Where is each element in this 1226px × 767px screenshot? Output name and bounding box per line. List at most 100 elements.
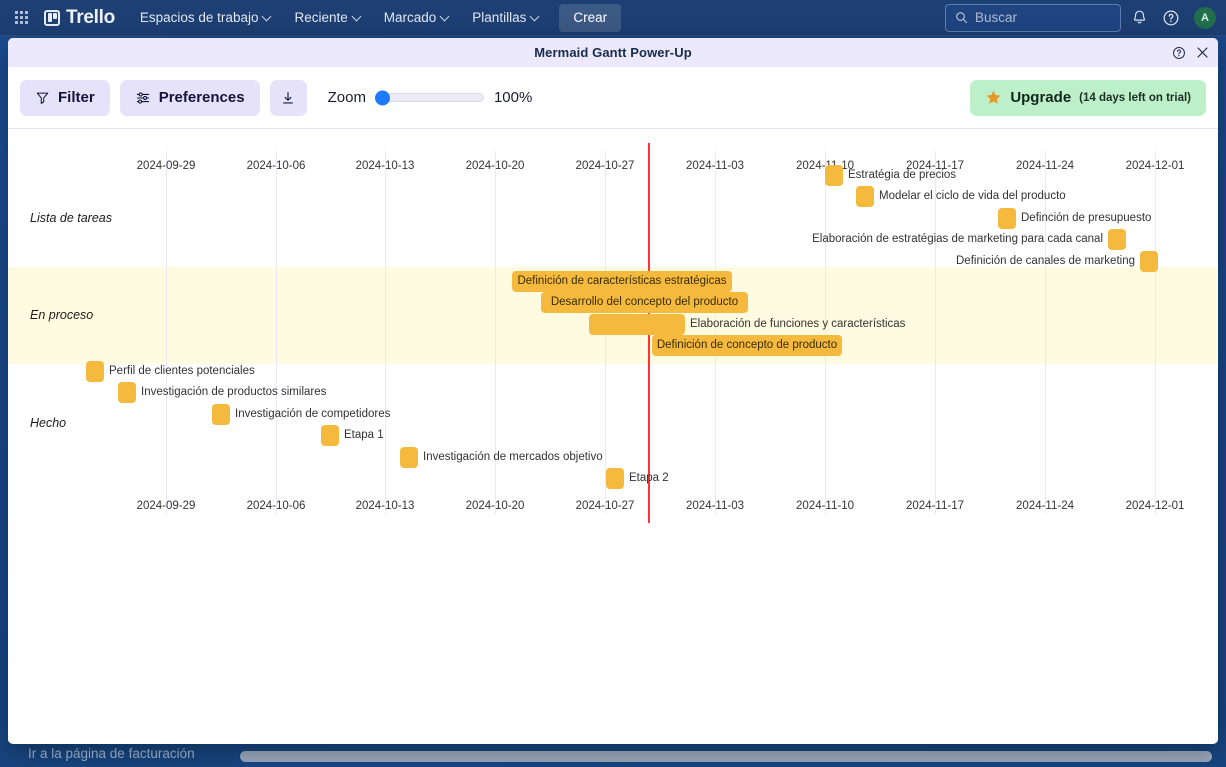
axis-tick-label: 2024-11-03 xyxy=(686,500,744,512)
bell-icon xyxy=(1133,10,1145,24)
notifications-button[interactable] xyxy=(1125,4,1153,32)
axis-tick-label: 2024-10-20 xyxy=(465,500,525,512)
axis-tick-label: 2024-10-27 xyxy=(575,160,635,172)
zoom-value-label: 100% xyxy=(493,89,533,106)
nav-right-group: Buscar A xyxy=(945,3,1226,32)
gantt-task-label: Etapa 1 xyxy=(344,429,384,442)
gantt-task-bar[interactable] xyxy=(1108,229,1126,251)
search-placeholder: Buscar xyxy=(975,10,1018,25)
avatar[interactable]: A xyxy=(1194,6,1216,29)
gantt-task-label: Investigación de competidores xyxy=(235,407,391,420)
axis-tick-label: 2024-11-24 xyxy=(1016,500,1074,512)
axis-tick-label: 2024-09-29 xyxy=(136,500,196,512)
apps-grid-icon[interactable] xyxy=(6,0,36,35)
gantt-task-label: Definición de canales de marketing xyxy=(956,254,1135,267)
axis-tick-label: 2024-10-13 xyxy=(355,500,415,512)
gantt-toolbar: Filter Preferences Zoom 100% Upgrade (14… xyxy=(8,67,1218,129)
modal-help-button[interactable] xyxy=(1172,46,1186,60)
zoom-label: Zoom xyxy=(327,89,366,106)
gantt-task-label: Etapa 2 xyxy=(629,472,669,484)
zoom-slider-thumb[interactable] xyxy=(374,90,390,105)
axis-tick-label: 2024-12-01 xyxy=(1125,500,1185,512)
gantt-task-label: Definción de presupuesto xyxy=(1021,211,1152,224)
powerup-modal: Mermaid Gantt Power-Up Filter Preference… xyxy=(8,38,1218,744)
gantt-task-bar[interactable] xyxy=(86,361,104,382)
axis-tick-label: 2024-11-17 xyxy=(906,500,964,512)
gantt-task-label: Definición de concepto de producto xyxy=(656,339,838,352)
gantt-task-label: Elaboración de funciones y característic… xyxy=(690,317,906,330)
gantt-task-bar[interactable] xyxy=(212,403,230,425)
axis-tick-label: 2024-11-03 xyxy=(686,160,744,172)
gantt-task-bar[interactable] xyxy=(589,313,685,335)
nav-item-templates[interactable]: Plantillas xyxy=(461,4,551,32)
filter-button[interactable]: Filter xyxy=(20,79,110,116)
gantt-task-label: Perfil de clientes potenciales xyxy=(109,365,255,377)
gantt-chart-area: 2024-09-29 2024-10-06 2024-10-13 2024-10-20… xyxy=(8,129,1218,742)
board-horizontal-scrollbar[interactable] xyxy=(240,751,1212,762)
gantt-task-label: Elaboración de estratégias de marketing … xyxy=(812,233,1103,246)
zoom-slider[interactable] xyxy=(374,90,484,105)
gantt-task-bar[interactable] xyxy=(1140,250,1158,272)
modal-close-button[interactable] xyxy=(1195,45,1210,60)
search-icon xyxy=(956,12,968,24)
download-icon xyxy=(283,91,293,104)
upgrade-trial-note: (14 days left on trial) xyxy=(1079,91,1191,104)
filter-button-label: Filter xyxy=(58,89,95,106)
chevron-down-icon xyxy=(353,13,362,22)
gantt-task-bar[interactable] xyxy=(400,446,418,468)
gantt-axis-bottom: 2024-09-29 2024-10-06 2024-10-13 2024-10-20… xyxy=(8,500,1218,514)
funnel-icon xyxy=(36,92,49,104)
gantt-task-label: Modelar el ciclo de vida del producto xyxy=(879,190,1066,203)
axis-tick-label: 2024-09-29 xyxy=(136,160,196,172)
nav-item-recent[interactable]: Reciente xyxy=(283,4,372,32)
axis-tick-label: 2024-10-06 xyxy=(246,500,306,512)
gantt-chart: 2024-09-29 2024-10-06 2024-10-13 2024-10-20… xyxy=(8,129,1218,549)
nav-item-label: Espacios de trabajo xyxy=(139,10,259,25)
grid-line xyxy=(385,151,386,514)
trello-logo-icon xyxy=(44,9,60,26)
chevron-down-icon xyxy=(263,13,272,22)
gantt-section-label: Hecho xyxy=(30,416,67,430)
sliders-icon xyxy=(136,91,149,104)
gantt-section-label: En proceso xyxy=(30,308,94,322)
nav-item-workspaces[interactable]: Espacios de trabajo xyxy=(129,4,284,32)
upgrade-button[interactable]: Upgrade (14 days left on trial) xyxy=(970,79,1206,116)
nav-item-starred[interactable]: Marcado xyxy=(373,4,462,32)
preferences-button-label: Preferences xyxy=(158,89,245,106)
axis-tick-label: 2024-10-20 xyxy=(465,160,525,172)
axis-tick-label: 2024-10-06 xyxy=(246,160,306,172)
help-button[interactable] xyxy=(1157,4,1185,32)
star-icon xyxy=(986,90,1001,104)
nav-left-group: Trello Espacios de trabajo Reciente Marc… xyxy=(0,0,622,35)
billing-page-link[interactable]: Ir a la página de facturación xyxy=(0,740,234,767)
trello-logo[interactable]: Trello xyxy=(44,7,115,29)
nav-item-label: Plantillas xyxy=(472,10,527,25)
gantt-task-bar[interactable] xyxy=(998,207,1016,229)
gantt-task-bar[interactable] xyxy=(825,165,843,186)
chevron-down-icon xyxy=(531,13,540,22)
nav-item-label: Marcado xyxy=(383,10,437,25)
close-icon xyxy=(1197,47,1208,58)
gantt-task-bar[interactable] xyxy=(856,186,874,208)
trello-logo-text: Trello xyxy=(66,6,115,28)
grid-line xyxy=(166,151,167,514)
gantt-section-label: Lista de tareas xyxy=(30,211,112,225)
gantt-task-bar[interactable] xyxy=(321,425,339,447)
axis-tick-label: 2024-11-10 xyxy=(796,500,854,512)
download-button[interactable] xyxy=(269,79,307,116)
help-circle-icon xyxy=(1173,46,1185,59)
preferences-button[interactable]: Preferences xyxy=(119,79,260,116)
modal-header: Mermaid Gantt Power-Up xyxy=(8,38,1218,67)
grid-line xyxy=(1155,151,1156,514)
create-button[interactable]: Crear xyxy=(559,3,622,32)
chevron-down-icon xyxy=(441,13,450,22)
search-input[interactable]: Buscar xyxy=(945,3,1121,32)
grid-line xyxy=(276,151,277,514)
gantt-task-bar[interactable] xyxy=(606,468,624,489)
gantt-task-label: Estratégia de precios xyxy=(848,169,957,181)
modal-header-actions xyxy=(1172,38,1210,67)
gantt-task-bar[interactable] xyxy=(118,382,136,404)
axis-tick-label: 2024-12-01 xyxy=(1125,160,1185,172)
modal-title: Mermaid Gantt Power-Up xyxy=(534,45,692,60)
upgrade-button-label: Upgrade xyxy=(1010,89,1072,106)
